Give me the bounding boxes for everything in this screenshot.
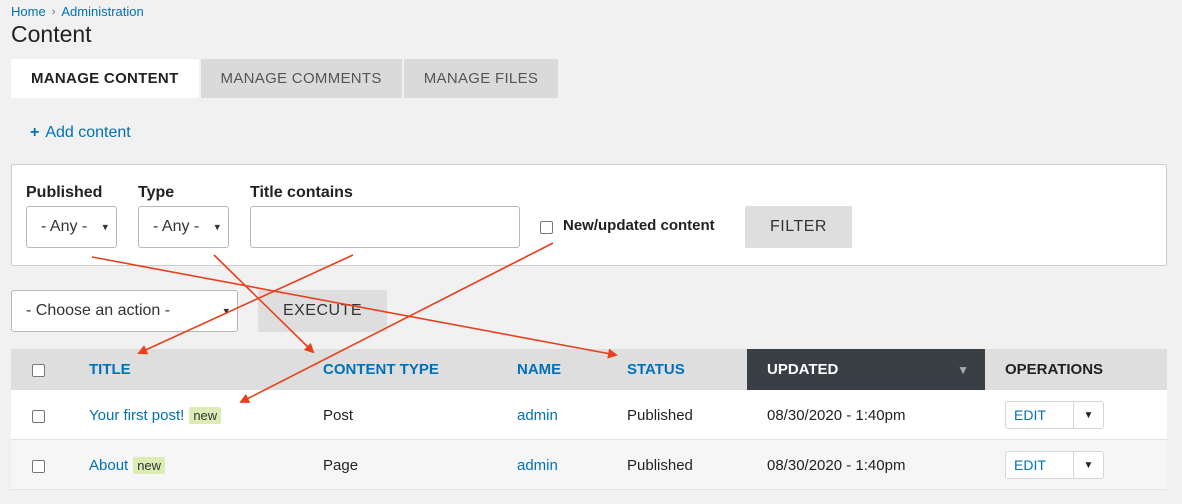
breadcrumb-administration-link[interactable]: Administration: [61, 4, 143, 19]
column-header-title[interactable]: TITLE: [89, 349, 131, 390]
column-header-name[interactable]: NAME: [517, 349, 561, 390]
table-row: Your first post! new Post admin Publishe…: [11, 390, 1167, 440]
content-title-link[interactable]: About: [89, 457, 128, 474]
column-header-updated-label: UPDATED: [767, 361, 839, 378]
table-row: About new Page admin Published 08/30/202…: [11, 440, 1167, 490]
column-header-operations: OPERATIONS: [1005, 361, 1104, 378]
type-select-value: - Any -: [153, 218, 200, 235]
title-contains-input[interactable]: [250, 206, 520, 248]
select-all-checkbox[interactable]: [32, 364, 45, 377]
breadcrumb: Home › Administration: [11, 4, 144, 19]
bulk-action-select-value: - Choose an action -: [26, 302, 171, 319]
new-updated-label: New/updated content: [563, 217, 715, 234]
published-select[interactable]: - Any - ▾: [26, 206, 117, 248]
row-checkbox[interactable]: [32, 460, 45, 473]
content-type-cell: Post: [323, 406, 354, 424]
tab-manage-comments[interactable]: MANAGE COMMENTS: [200, 59, 402, 98]
filter-panel: Published - Any - ▾ Type - Any - ▾ Title…: [11, 164, 1167, 266]
tab-manage-content[interactable]: MANAGE CONTENT: [11, 59, 199, 98]
row-checkbox[interactable]: [32, 410, 45, 423]
edit-button[interactable]: EDIT: [1006, 402, 1074, 428]
column-header-status[interactable]: STATUS: [627, 349, 685, 390]
operations-dropbutton: EDIT ▼: [1005, 451, 1104, 479]
execute-button[interactable]: EXECUTE: [258, 290, 387, 332]
author-link[interactable]: admin: [517, 440, 558, 490]
plus-icon: +: [30, 124, 40, 141]
add-content-link[interactable]: + Add content: [30, 124, 131, 142]
add-content-label: Add content: [45, 124, 131, 141]
tab-bar: MANAGE CONTENT MANAGE COMMENTS MANAGE FI…: [11, 59, 559, 98]
page-title: Content: [11, 21, 92, 47]
new-badge: new: [133, 456, 166, 474]
title-cell: About new: [89, 440, 166, 490]
breadcrumb-separator: ›: [51, 5, 56, 18]
title-contains-label: Title contains: [250, 184, 353, 201]
content-type-cell: Page: [323, 456, 359, 474]
breadcrumb-home-link[interactable]: Home: [11, 4, 46, 19]
status-cell: Published: [627, 456, 693, 474]
operations-dropbutton: EDIT ▼: [1005, 401, 1104, 429]
chevron-down-icon: ▾: [214, 221, 220, 234]
new-badge: new: [189, 406, 222, 424]
tab-manage-files[interactable]: MANAGE FILES: [403, 59, 559, 98]
type-select[interactable]: - Any - ▾: [138, 206, 229, 248]
column-header-content-type[interactable]: CONTENT TYPE: [323, 349, 439, 390]
published-select-value: - Any -: [41, 218, 88, 235]
column-header-updated[interactable]: UPDATED ▼: [747, 349, 985, 390]
title-cell: Your first post! new: [89, 390, 222, 440]
author-link[interactable]: admin: [517, 390, 558, 440]
edit-button[interactable]: EDIT: [1006, 452, 1074, 478]
dropdown-toggle-icon[interactable]: ▼: [1074, 452, 1103, 478]
table-header: TITLE CONTENT TYPE NAME STATUS UPDATED ▼…: [11, 349, 1167, 390]
chevron-down-icon: ▾: [102, 221, 108, 234]
updated-cell: 08/30/2020 - 1:40pm: [767, 406, 906, 424]
filter-button[interactable]: FILTER: [745, 206, 852, 248]
dropdown-toggle-icon[interactable]: ▼: [1074, 402, 1103, 428]
chevron-down-icon: ▾: [223, 305, 229, 318]
sort-descending-icon: ▼: [957, 362, 969, 377]
content-title-link[interactable]: Your first post!: [89, 407, 184, 424]
new-updated-checkbox[interactable]: [540, 221, 553, 234]
bulk-action-select[interactable]: - Choose an action - ▾: [11, 290, 238, 332]
type-label: Type: [138, 184, 175, 201]
updated-cell: 08/30/2020 - 1:40pm: [767, 456, 906, 474]
published-label: Published: [26, 184, 103, 201]
status-cell: Published: [627, 406, 693, 424]
